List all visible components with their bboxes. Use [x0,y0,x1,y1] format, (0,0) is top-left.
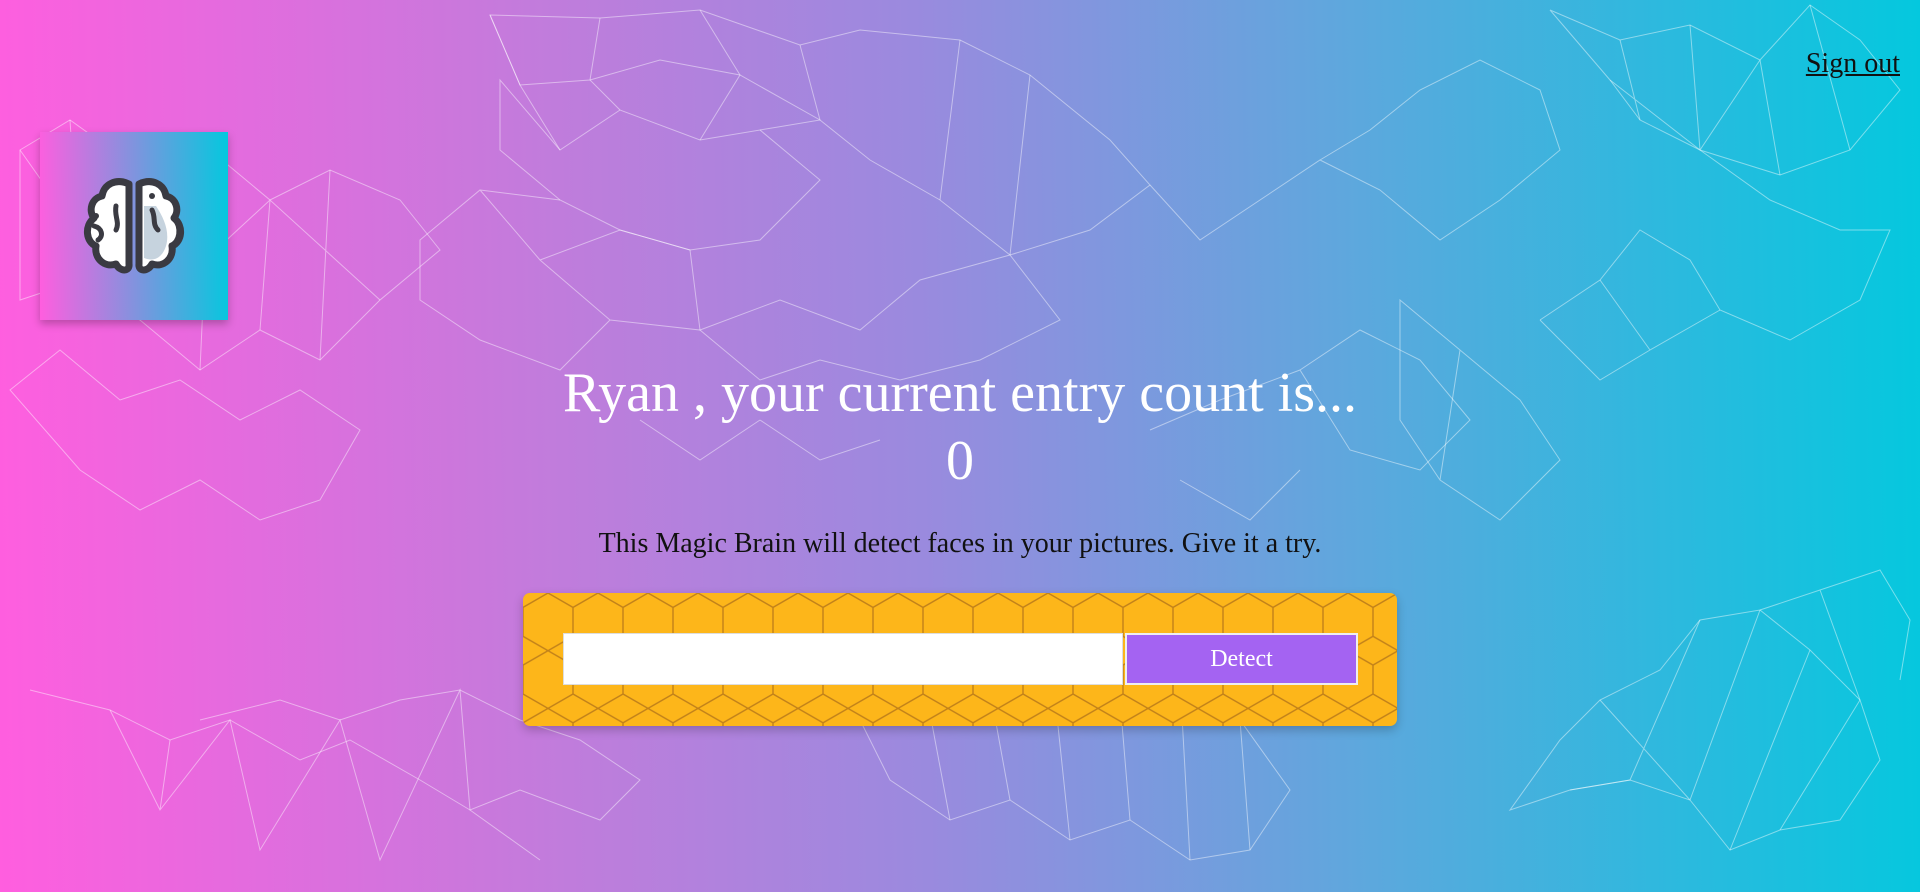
top-nav: Sign out [0,0,1920,120]
rank-section: Ryan , your current entry count is... 0 [0,360,1920,494]
detect-button[interactable]: Detect [1125,633,1358,685]
entry-count-message: Ryan , your current entry count is... [562,362,1357,424]
intro-text: This Magic Brain will detect faces in yo… [598,528,1322,559]
image-url-input[interactable] [563,633,1123,685]
image-link-form: Detect [523,593,1397,726]
sign-out-link[interactable]: Sign out [1806,48,1900,80]
brain-icon [84,178,184,274]
logo-tile [40,132,228,320]
entry-count-value: 0 [946,430,974,492]
